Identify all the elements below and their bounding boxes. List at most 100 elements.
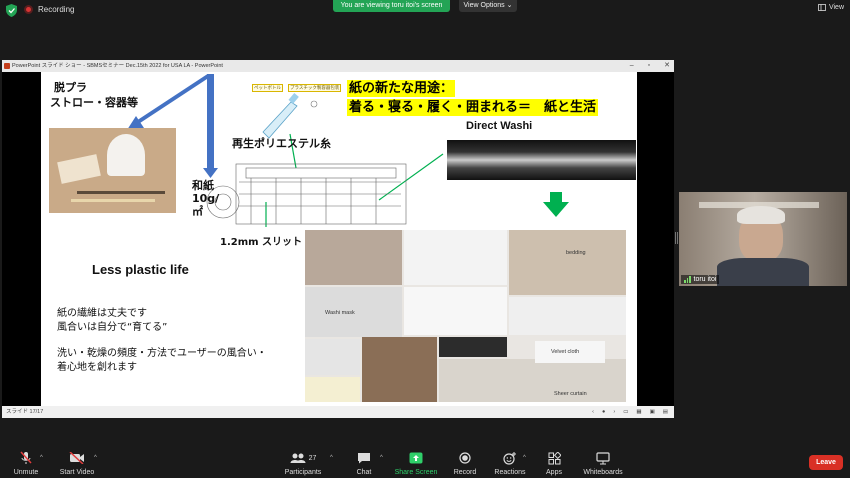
- washi-mask-photo: Washi mask: [305, 287, 402, 337]
- signal-strength-icon: [684, 276, 691, 283]
- body-text-line-4: 着心地を創れます: [57, 362, 137, 373]
- bedroom-photo: bedding: [509, 230, 626, 295]
- start-video-label: Start Video: [59, 469, 95, 476]
- record-icon: [459, 452, 471, 464]
- normal-view-icon[interactable]: ▭: [623, 406, 628, 418]
- panel-resize-handle[interactable]: [675, 232, 678, 244]
- share-screen-icon: [409, 452, 423, 464]
- slide-area: bedding Washi mask Sheer curtain Velvet …: [2, 72, 674, 406]
- recycled-polyester-label: 再生ポリエステル糸: [232, 137, 331, 150]
- window-controls: – ▫ ✕: [630, 60, 670, 72]
- straw-shape: [71, 199, 155, 202]
- view-options-label: View Options: [463, 2, 505, 9]
- white-sneaker-photo: [404, 230, 507, 285]
- participant-hair: [737, 206, 785, 224]
- slide-sorter-icon[interactable]: ▦: [636, 406, 641, 418]
- straw-shape: [77, 191, 165, 194]
- apps-label: Apps: [546, 469, 562, 476]
- straw-container-label: ストロー・容器等: [50, 96, 138, 109]
- view-grid-icon: [818, 4, 826, 11]
- record-label: Record: [453, 469, 477, 476]
- participant-body: [717, 258, 809, 286]
- chevron-down-icon: ⌄: [506, 2, 513, 9]
- view-options-button[interactable]: View Options ⌄: [459, 0, 517, 12]
- reading-view-icon[interactable]: ▣: [650, 406, 655, 418]
- paper-cup-shape: [107, 134, 145, 176]
- headline-line-1: 紙の新たな用途：: [347, 80, 456, 97]
- velvet-cloth-photo: Velvet cloth: [535, 341, 605, 363]
- sheer-curtain-caption: Sheer curtain: [554, 391, 587, 397]
- powerpoint-title-bar: PowerPoint スライド ショー - SBMSセミナー Dec.15th …: [2, 60, 674, 72]
- curtain-photo: Sheer curtain: [439, 359, 626, 402]
- encryption-shield-icon[interactable]: [6, 4, 17, 17]
- paper-sheet-shape: [57, 154, 101, 184]
- recording-label: Recording: [38, 5, 75, 14]
- participant-name: toru itoi: [693, 276, 717, 283]
- previous-slide-icon[interactable]: ‹: [592, 406, 594, 418]
- meeting-toolbar: Unmute ^ Start Video ^ 27 Participants ^…: [0, 444, 850, 478]
- recording-indicator[interactable]: Recording: [24, 5, 74, 14]
- body-text-line-3: 洗い・乾燥の頻度・方法でユーザーの風合い・: [57, 348, 267, 359]
- video-off-icon: [69, 452, 84, 464]
- blue-diagonal-arrow: [136, 74, 210, 124]
- direct-washi-label: Direct Washi: [466, 120, 533, 132]
- slide-counter: スライド 17/17: [6, 409, 44, 415]
- body-text-line-2: 風合いは自分で“育てる”: [57, 322, 168, 333]
- view-label: View: [828, 4, 844, 11]
- spinning-machine-illustration: [206, 163, 407, 225]
- restore-icon[interactable]: ▫: [648, 60, 650, 72]
- slip-on-shoes-photo: [404, 287, 507, 335]
- shared-powerpoint-window: PowerPoint スライド ショー - SBMSセミナー Dec.15th …: [2, 60, 674, 418]
- play-icon[interactable]: ●: [602, 406, 605, 418]
- body-text-line-1: 紙の繊維は丈夫です: [57, 308, 147, 319]
- viewing-screen-banner: You are viewing toru itoi's screen: [333, 0, 450, 12]
- participants-count: 27: [308, 454, 317, 462]
- yoga-photo: [362, 337, 437, 402]
- whiteboard-icon: [596, 451, 610, 464]
- black-shoe-photo: [439, 337, 507, 357]
- bedding-caption: bedding: [566, 250, 586, 256]
- powerpoint-status-bar: スライド 17/17 ‹ ● › ▭ ▦ ▣ ▤: [2, 406, 674, 418]
- recording-dot-icon: [24, 5, 33, 14]
- chat-label: Chat: [356, 469, 372, 476]
- less-plastic-heading: Less plastic life: [92, 262, 189, 277]
- participants-button[interactable]: 27 Participants: [268, 451, 338, 476]
- start-video-button[interactable]: Start Video: [42, 451, 112, 476]
- direct-washi-yarn-photo: [447, 140, 636, 180]
- velvet-cloth-caption: Velvet cloth: [551, 349, 580, 355]
- participant-video-tile[interactable]: toru itoi: [679, 192, 847, 286]
- close-icon[interactable]: ✕: [664, 60, 670, 72]
- participant-name-tag: toru itoi: [681, 275, 720, 284]
- whiteboards-button[interactable]: Whiteboards: [568, 451, 638, 476]
- blue-down-arrow: [207, 74, 214, 170]
- chat-bubble-icon: [358, 453, 370, 464]
- garments-photo: [509, 297, 626, 335]
- pet-bottle-illustration: [262, 93, 299, 139]
- pet-bottle-label: ペットボトル: [252, 84, 283, 92]
- leave-button[interactable]: Leave: [809, 455, 843, 470]
- headline-line-2: 着る・寝る・履く・囲まれる＝ 紙と生活: [347, 99, 599, 116]
- presenter-view-icon[interactable]: ▤: [663, 406, 668, 418]
- next-slide-icon[interactable]: ›: [613, 406, 615, 418]
- green-down-arrow: [543, 192, 569, 217]
- minimize-icon[interactable]: –: [630, 60, 634, 72]
- microphone-muted-icon: [20, 451, 32, 464]
- washi-weight-label: 和紙10g/㎡: [192, 179, 220, 218]
- straw-cup-photo: [49, 128, 176, 213]
- blue-down-arrowhead: [203, 168, 218, 178]
- slit-width-label: 1.2mm スリット: [220, 237, 303, 248]
- meeting-top-bar: Recording You are viewing toru itoi's sc…: [0, 0, 850, 22]
- apps-icon: [548, 451, 561, 464]
- models-photo: [305, 230, 402, 285]
- datsupura-label: 脱プラ: [54, 81, 87, 94]
- small-container-illustration: [310, 100, 318, 108]
- window-title: PowerPoint スライド ショー - SBMSセミナー Dec.15th …: [12, 63, 223, 69]
- green-line-direct: [378, 153, 444, 201]
- plastic-container-label: プラスチック製容器包装: [288, 84, 342, 92]
- participants-label: Participants: [284, 469, 322, 476]
- washi-mask-caption: Washi mask: [325, 310, 355, 316]
- view-button[interactable]: View: [818, 4, 844, 11]
- video-options-caret[interactable]: ^: [94, 455, 97, 461]
- whiteboards-label: Whiteboards: [583, 469, 623, 476]
- presentation-slide: bedding Washi mask Sheer curtain Velvet …: [41, 72, 637, 406]
